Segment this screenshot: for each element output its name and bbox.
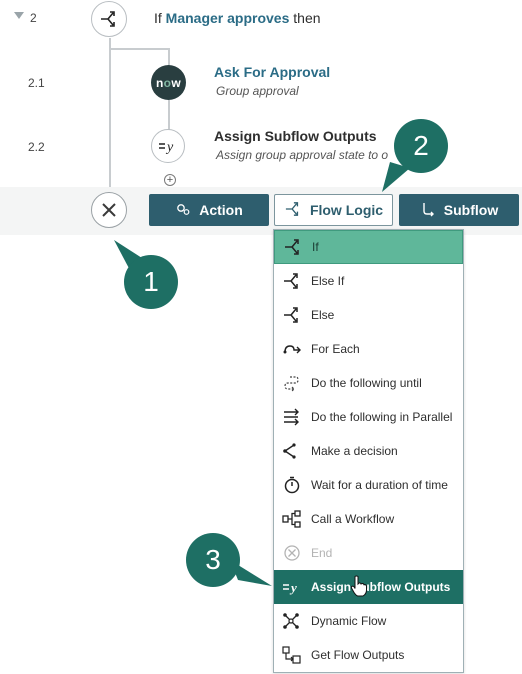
menu-item-get-flow-outputs[interactable]: Get Flow Outputs <box>274 638 463 672</box>
subflow-icon <box>420 201 436 220</box>
condition-link[interactable]: Manager approves <box>166 10 290 26</box>
step-number: 2.1 <box>28 76 45 90</box>
menu-item-label: Else If <box>311 274 345 288</box>
svg-text:y: y <box>289 580 297 595</box>
workflow-icon <box>282 509 302 529</box>
flow-logic-button[interactable]: Flow Logic <box>274 194 393 226</box>
subflow-button-label: Subflow <box>443 202 499 218</box>
step-2-title: If Manager approves then <box>154 10 321 26</box>
menu-item-label: Make a decision <box>311 444 398 458</box>
menu-item-call-workflow[interactable]: Call a Workflow <box>274 502 463 536</box>
menu-item-dynamic-flow[interactable]: Dynamic Flow <box>274 604 463 638</box>
menu-item-label: Call a Workflow <box>311 512 395 526</box>
menu-item-do-until[interactable]: Do the following until <box>274 366 463 400</box>
branch-icon <box>284 201 302 220</box>
menu-item-assign-subflow-outputs[interactable]: y Assign Subflow Outputs <box>274 570 463 604</box>
menu-item-label: For Each <box>311 342 360 356</box>
menu-item-label: Assign Subflow Outputs <box>311 580 451 594</box>
menu-item-for-each[interactable]: For Each <box>274 332 463 366</box>
subflow-button[interactable]: Subflow <box>399 194 519 226</box>
tree-connector-branch <box>168 48 170 66</box>
loop-until-icon <box>282 373 302 393</box>
collapse-caret-icon[interactable] <box>14 12 24 19</box>
menu-item-label: Wait for a duration of time <box>311 478 448 492</box>
menu-item-label: End <box>311 546 333 560</box>
close-icon[interactable] <box>91 192 127 228</box>
flow-logic-button-label: Flow Logic <box>309 202 384 218</box>
menu-item-else[interactable]: Else <box>274 298 463 332</box>
parallel-icon <box>282 407 302 427</box>
step-2-suffix: then <box>289 10 321 26</box>
step-subtitle: Assign group approval state to o <box>216 148 389 162</box>
callout-2: 2 <box>394 119 448 173</box>
branch-icon <box>283 237 303 257</box>
decision-icon <box>282 441 302 461</box>
action-button-label: Action <box>199 202 243 218</box>
branch-icon <box>282 271 302 291</box>
step-subtitle: Group approval <box>216 84 299 98</box>
timer-icon <box>282 475 302 495</box>
menu-item-if[interactable]: If <box>274 230 463 264</box>
servicenow-logo: now <box>151 65 186 100</box>
dynamic-flow-icon <box>282 611 302 631</box>
tree-connector-horizontal <box>109 48 169 50</box>
add-step-plus-icon[interactable]: + <box>164 174 176 186</box>
menu-item-else-if[interactable]: Else If <box>274 264 463 298</box>
flow-logic-if-icon <box>91 1 127 37</box>
callout-1: 1 <box>124 255 178 309</box>
tree-connector-vertical <box>109 38 111 190</box>
ask-for-approval-link[interactable]: Ask For Approval <box>214 64 330 80</box>
step-number: 2.2 <box>28 140 45 154</box>
end-icon <box>282 543 302 563</box>
svg-text:y: y <box>165 140 174 155</box>
menu-item-label: Do the following until <box>311 376 422 390</box>
assign-subflow-outputs-title: Assign Subflow Outputs <box>214 128 377 144</box>
for-each-icon <box>282 339 302 359</box>
action-button[interactable]: Action <box>149 194 269 226</box>
menu-item-label: Do the following in Parallel <box>311 410 453 424</box>
menu-item-label: Else <box>311 308 335 322</box>
tree-connector-branch-2 <box>168 100 170 130</box>
menu-item-label: If <box>312 240 319 254</box>
assign-outputs-icon: y <box>282 577 302 597</box>
callout-3: 3 <box>186 533 240 587</box>
hand-cursor-icon <box>350 575 367 597</box>
menu-item-label: Get Flow Outputs <box>311 648 405 662</box>
menu-item-end: End <box>274 536 463 570</box>
menu-item-make-decision[interactable]: Make a decision <box>274 434 463 468</box>
menu-item-parallel[interactable]: Do the following in Parallel <box>274 400 463 434</box>
branch-icon <box>282 305 302 325</box>
flow-logic-dropdown: If Else If Else For Each Do the followin… <box>273 229 464 673</box>
assign-outputs-icon: y <box>151 129 185 163</box>
logo-n: n <box>156 75 164 90</box>
step-number: 2 <box>30 11 37 25</box>
logo-w: w <box>171 75 181 90</box>
get-outputs-icon <box>282 645 302 665</box>
menu-item-label: Dynamic Flow <box>311 614 387 628</box>
gear-icon <box>175 201 191 220</box>
menu-item-wait[interactable]: Wait for a duration of time <box>274 468 463 502</box>
step-2-prefix: If <box>154 10 166 26</box>
